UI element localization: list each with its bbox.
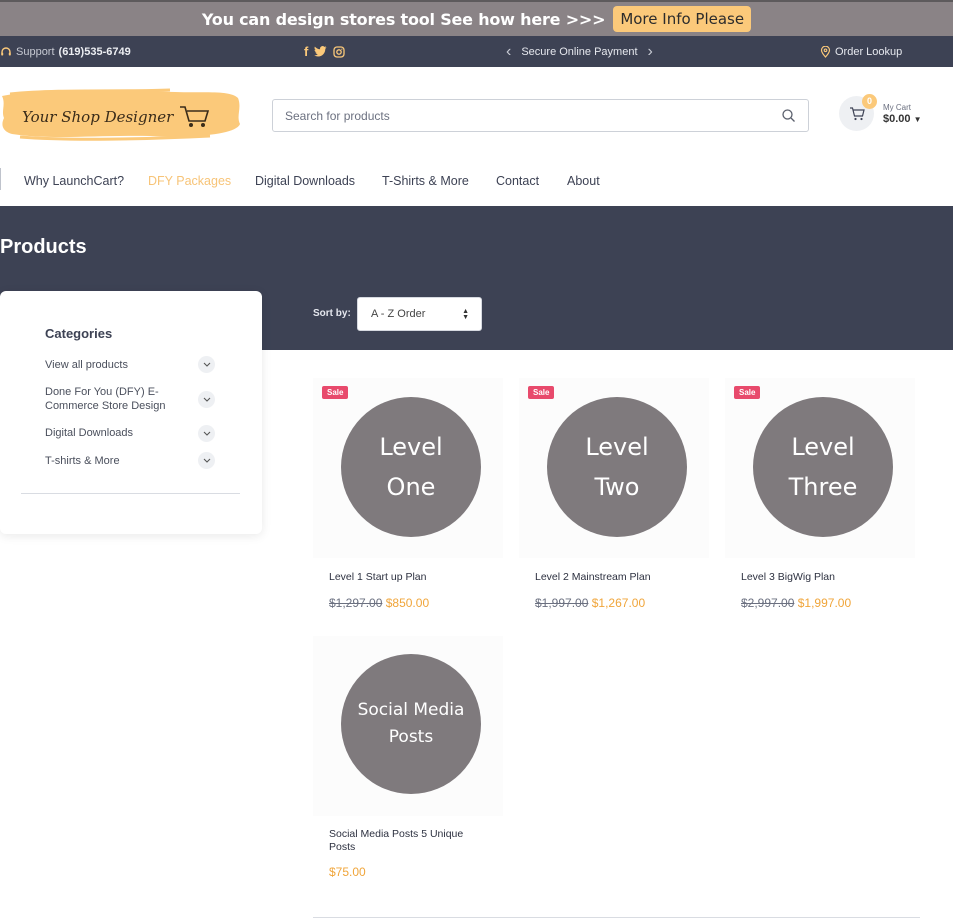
instagram-icon[interactable] [333, 45, 345, 58]
categories-sidebar: Categories View all products Done For Yo… [0, 291, 262, 534]
product-image-circle: Social Media Posts [341, 654, 481, 794]
facebook-icon[interactable]: f [304, 44, 308, 59]
image-text-line2: Posts [388, 727, 434, 747]
product-image-circle: Level Three [753, 397, 893, 537]
product-price: $75.00 [329, 865, 366, 879]
image-text-line1: Level [379, 433, 443, 461]
product-image[interactable]: Social Media Posts [313, 636, 503, 816]
cart-label: My Cart [883, 103, 911, 112]
chevron-down-icon[interactable] [198, 391, 215, 408]
product-price: $1,997.00 $1,267.00 [535, 596, 645, 610]
category-tshirts[interactable]: T-shirts & More [45, 454, 195, 468]
location-pin-icon [820, 45, 831, 58]
category-dfy-store-design[interactable]: Done For You (DFY) E-Commerce Store Desi… [45, 385, 195, 413]
sort-value: A - Z Order [371, 308, 426, 320]
product-name[interactable]: Level 1 Start up Plan [329, 571, 426, 584]
sale-price: $75.00 [329, 865, 366, 879]
sidebar-divider [21, 493, 240, 494]
categories-title: Categories [45, 326, 113, 341]
sale-badge: Sale [322, 386, 349, 399]
support-info: Support (619)535-6749 [0, 36, 131, 67]
nav-about[interactable]: About [567, 174, 600, 188]
sort-label: Sort by: [313, 308, 351, 319]
sale-price: $850.00 [385, 596, 430, 610]
twitter-icon[interactable] [314, 46, 327, 57]
support-phone[interactable]: (619)535-6749 [59, 46, 131, 58]
image-text-line1: Social Media [357, 700, 465, 720]
search-icon[interactable] [781, 108, 796, 123]
sale-price: $1,997.00 [797, 596, 852, 610]
product-image-circle: Level One [341, 397, 481, 537]
support-label: Support [16, 45, 55, 58]
product-image[interactable]: Level Three Sale [725, 378, 915, 558]
order-lookup-link[interactable]: Order Lookup [820, 36, 902, 67]
top-bar: Support (619)535-6749 f ‹ Secure Online … [0, 36, 953, 67]
image-text-line1: Level [585, 433, 649, 461]
old-price: $1,297.00 [329, 596, 383, 610]
product-name[interactable]: Level 2 Mainstream Plan [535, 571, 651, 584]
site-header: Your Shop Designer 0 My Cart $0.00 ▼ [0, 67, 953, 157]
image-text-line2: One [386, 473, 436, 501]
site-logo[interactable]: Your Shop Designer [0, 86, 240, 142]
sort-select[interactable]: A - Z Order ▲ ▼ [357, 297, 482, 331]
chevron-down-icon[interactable] [198, 425, 215, 442]
secure-text: Secure Online Payment [521, 45, 638, 58]
main-nav: Why LaunchCart? DFY Packages Digital Dow… [0, 157, 953, 206]
more-info-button[interactable]: More Info Please [613, 6, 752, 32]
order-lookup-label: Order Lookup [835, 45, 903, 58]
promo-text: You can design stores tool See how here … [201, 9, 606, 29]
caret-down-icon: ▼ [913, 115, 922, 124]
chevron-left-icon[interactable]: ‹ [506, 43, 511, 61]
chevron-right-icon[interactable]: › [648, 43, 653, 61]
image-text-line2: Three [788, 473, 858, 501]
sale-price: $1,267.00 [591, 596, 646, 610]
search-bar [272, 99, 809, 132]
nav-dfy-packages[interactable]: DFY Packages [148, 174, 231, 188]
image-text-line2: Two [594, 473, 640, 501]
chevron-down-icon[interactable] [198, 356, 215, 373]
product-price: $2,997.00 $1,997.00 [741, 596, 851, 610]
old-price: $1,997.00 [535, 596, 589, 610]
promo-banner: You can design stores tool See how here … [0, 0, 953, 36]
logo-text: Your Shop Designer [22, 108, 174, 126]
headset-icon [1, 46, 11, 55]
nav-tshirts-more[interactable]: T-Shirts & More [382, 174, 469, 188]
product-image[interactable]: Level Two Sale [519, 378, 709, 558]
chevron-down-icon[interactable] [198, 452, 215, 469]
sale-badge: Sale [734, 386, 761, 399]
sale-badge: Sale [528, 386, 555, 399]
nav-divider [0, 168, 1, 190]
image-text-line1: Level [791, 433, 855, 461]
product-price: $1,297.00 $850.00 [329, 596, 429, 610]
secure-payment: ‹ Secure Online Payment › [506, 36, 653, 67]
category-view-all[interactable]: View all products [45, 358, 195, 372]
cart-count-badge: 0 [862, 94, 877, 109]
cart-total-value: $0.00 [883, 113, 911, 125]
logo-brush-icon: Your Shop Designer [2, 88, 240, 141]
page-title: Products [0, 236, 87, 258]
cart-total[interactable]: $0.00 ▼ [883, 113, 922, 125]
social-links: f [304, 36, 345, 67]
search-input[interactable] [273, 100, 753, 131]
product-name[interactable]: Social Media Posts 5 Unique Posts [329, 828, 489, 854]
products-divider [313, 917, 920, 918]
nav-digital-downloads[interactable]: Digital Downloads [255, 174, 355, 188]
category-digital-downloads[interactable]: Digital Downloads [45, 426, 195, 440]
select-arrows-icon: ▲ ▼ [462, 308, 469, 321]
cart-icon [849, 106, 865, 120]
product-image[interactable]: Level One Sale [313, 378, 503, 558]
product-image-circle: Level Two [547, 397, 687, 537]
old-price: $2,997.00 [741, 596, 795, 610]
nav-why-launchcart[interactable]: Why LaunchCart? [24, 174, 124, 188]
nav-contact[interactable]: Contact [496, 174, 539, 188]
product-name[interactable]: Level 3 BigWig Plan [741, 571, 835, 584]
